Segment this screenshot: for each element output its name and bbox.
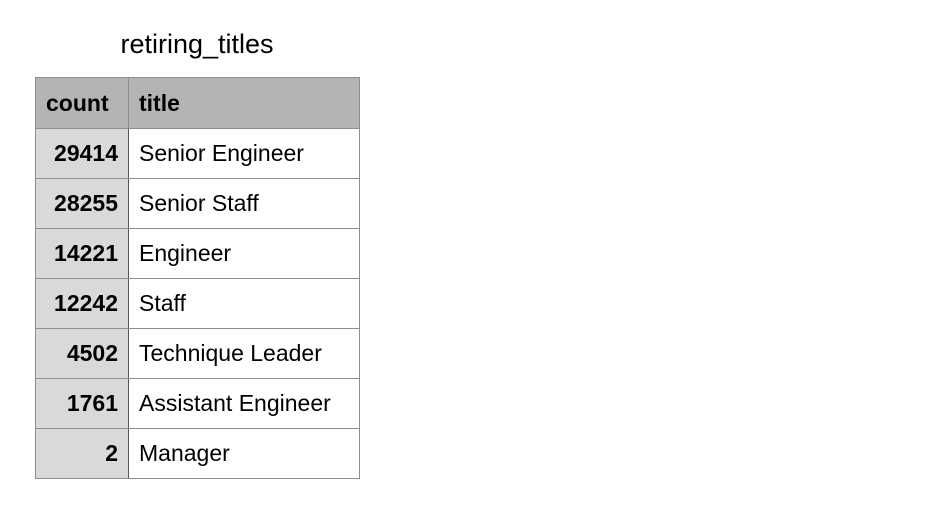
title-cell: Engineer <box>128 228 360 279</box>
count-cell: 14221 <box>35 228 129 279</box>
title-cell: Staff <box>128 278 360 329</box>
table-row: 14221 Engineer <box>35 228 360 279</box>
table-row: 28255 Senior Staff <box>35 178 360 229</box>
table-row: 29414 Senior Engineer <box>35 128 360 179</box>
table-row: 2 Manager <box>35 428 360 479</box>
title-cell: Technique Leader <box>128 328 360 379</box>
title-cell: Manager <box>128 428 360 479</box>
count-cell: 4502 <box>35 328 129 379</box>
column-header-title: title <box>128 77 360 129</box>
count-cell: 12242 <box>35 278 129 329</box>
table-row: 12242 Staff <box>35 278 360 329</box>
count-cell: 29414 <box>35 128 129 179</box>
title-cell: Assistant Engineer <box>128 378 360 429</box>
table-title: retiring_titles <box>120 29 274 59</box>
count-cell: 2 <box>35 428 129 479</box>
table-row: 1761 Assistant Engineer <box>35 378 360 429</box>
retiring-titles-table: count title 29414 Senior Engineer 28255 … <box>35 77 360 479</box>
header-row: count title <box>35 77 360 129</box>
count-cell: 1761 <box>35 378 129 429</box>
title-cell: Senior Staff <box>128 178 360 229</box>
title-cell: Senior Engineer <box>128 128 360 179</box>
column-header-count: count <box>35 77 129 129</box>
count-cell: 28255 <box>35 178 129 229</box>
table-row: 4502 Technique Leader <box>35 328 360 379</box>
